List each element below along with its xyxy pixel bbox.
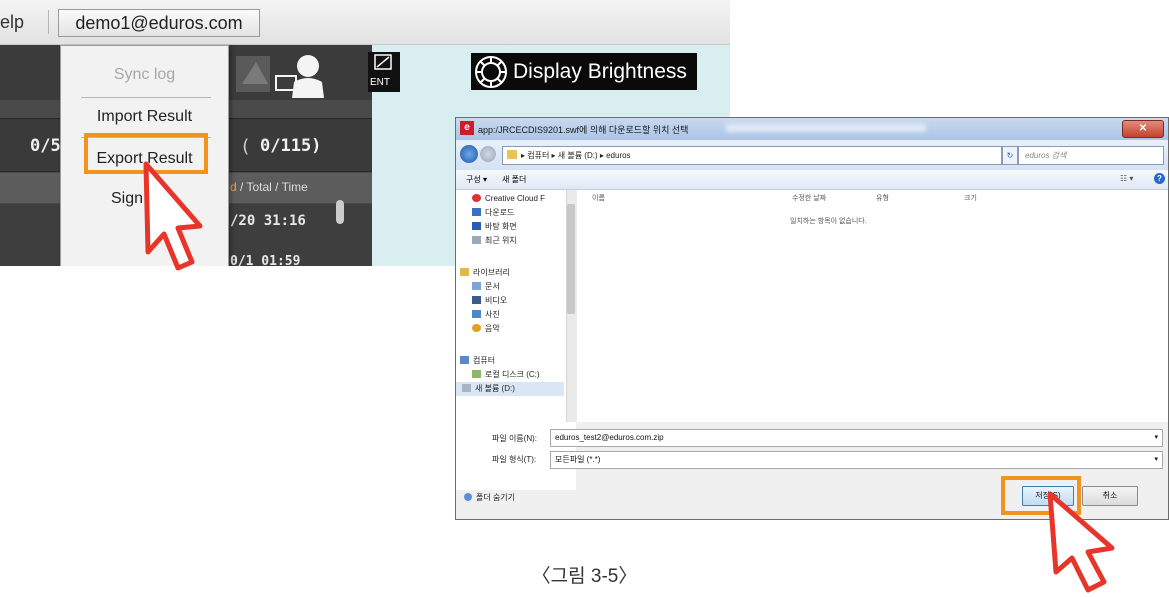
table-row: /20 31:16 [230, 213, 306, 229]
filetype-select[interactable]: 모든파일 (*.*) ▾ [550, 451, 1163, 469]
table-row: 0/1 01:59 [230, 254, 301, 266]
user-account-button[interactable]: demo1@eduros.com [58, 9, 260, 37]
dialog-toolbar [456, 170, 1168, 190]
brightness-icon [475, 56, 507, 88]
nav-item-local-disk-c[interactable]: 로컬 디스크 (C:) [456, 368, 540, 382]
refresh-icon[interactable]: ↻ [1002, 146, 1018, 165]
column-header-name[interactable]: 이름 [592, 193, 605, 203]
nav-item-volume-d[interactable]: 새 볼륨 (D:) [456, 382, 564, 396]
filetype-label: 파일 형식(T): [492, 455, 537, 464]
filename-label: 파일 이름(N): [492, 434, 537, 443]
nav-item-music[interactable]: 음악 [456, 322, 500, 336]
close-button[interactable]: ✕ [1122, 120, 1164, 138]
nav-scrollbar-thumb[interactable] [567, 204, 575, 314]
save-file-dialog: e app:/JRCECDIS9201.swf에 의해 다운로드할 위치 선택 … [455, 117, 1169, 520]
nav-item-libraries[interactable]: 라이브러리 [456, 266, 510, 280]
nav-item-documents[interactable]: 문서 [456, 280, 500, 294]
collapse-icon [464, 493, 472, 501]
nav-item-downloads[interactable]: 다운로드 [456, 206, 514, 220]
view-options-icon[interactable]: ☷ ▾ [1120, 174, 1133, 183]
column-header-date[interactable]: 수정한 날짜 [792, 193, 826, 203]
empty-message: 일치하는 항목이 없습니다. [790, 218, 867, 225]
hide-folders-toggle[interactable]: 폴더 숨기기 [464, 492, 515, 503]
organize-button[interactable]: 구성 ▾ [466, 174, 487, 185]
help-icon[interactable]: ? [1154, 173, 1165, 184]
nav-item-creative-cloud[interactable]: Creative Cloud F [456, 192, 545, 206]
path-breadcrumb[interactable]: ▸ 컴퓨터 ▸ 새 볼륨 (D:) ▸ eduros [502, 146, 1002, 165]
column-header-size[interactable]: 크기 [964, 193, 977, 203]
pointer-cursor-icon [143, 161, 203, 271]
forward-button[interactable] [480, 146, 496, 162]
back-button[interactable] [460, 145, 478, 163]
count-a: 0/5 [30, 136, 61, 156]
nav-item-desktop[interactable]: 바탕 화면 [456, 220, 517, 234]
nav-item-pictures[interactable]: 사진 [456, 308, 500, 322]
event-button[interactable]: ENT [368, 52, 400, 92]
figure-caption: 〈그림 3-5〉 [531, 566, 638, 587]
menu-divider [81, 97, 211, 98]
menu-item-import-result[interactable]: Import Result [61, 108, 228, 126]
nav-item-recent[interactable]: 최근 위치 [456, 234, 517, 248]
filename-input[interactable]: eduros_test2@eduros.com.zip ▾ [550, 429, 1163, 447]
table-header: d / Total / Time [230, 180, 308, 194]
search-input[interactable]: eduros 검색 [1018, 146, 1164, 165]
menu-item-sync-log: Sync log [113, 66, 176, 83]
operator-icon [236, 52, 346, 103]
scrollbar-thumb[interactable] [336, 200, 344, 224]
nav-item-videos[interactable]: 비디오 [456, 294, 507, 308]
nav-item-computer[interactable]: 컴퓨터 [456, 354, 495, 368]
count-paren: ( [240, 136, 251, 157]
new-folder-button[interactable]: 새 폴더 [502, 174, 526, 185]
display-brightness-button[interactable]: Display Brightness [471, 53, 697, 90]
dialog-title: app:/JRCECDIS9201.swf에 의해 다운로드할 위치 선택 [478, 125, 689, 135]
count-b: 0/115) [260, 136, 322, 156]
help-menu[interactable]: elp [0, 12, 24, 33]
title-blur [726, 124, 926, 132]
column-header-type[interactable]: 유형 [876, 193, 889, 203]
folder-icon [507, 150, 517, 159]
file-list [577, 190, 1168, 422]
app-icon: e [460, 121, 474, 135]
menu-separator [48, 10, 49, 34]
